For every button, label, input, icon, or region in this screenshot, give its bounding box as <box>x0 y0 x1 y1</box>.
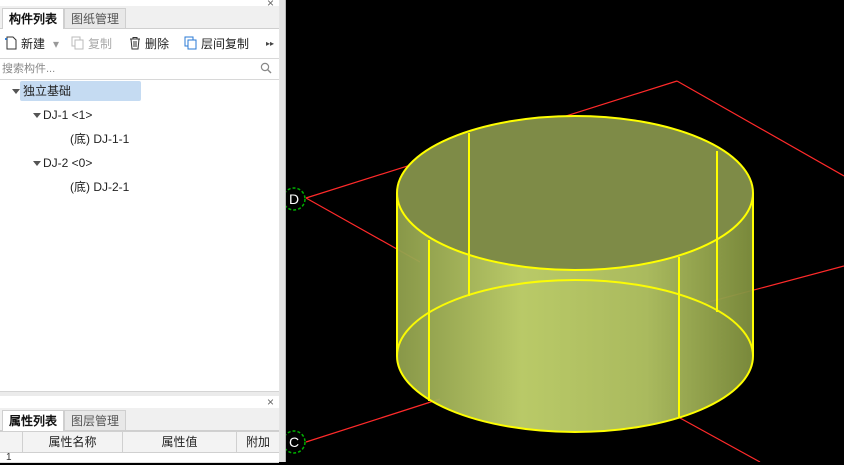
tree-expand-icon[interactable] <box>33 113 41 118</box>
new-button-label: 新建 <box>21 37 46 51</box>
tree-root-label: 独立基础 <box>20 81 141 101</box>
tab-layer-management[interactable]: 图层管理 <box>64 410 127 430</box>
new-document-icon <box>5 36 17 50</box>
toolbar-overflow-button[interactable]: ▸▸ <box>266 35 274 53</box>
3d-viewport[interactable]: D C <box>282 0 844 463</box>
axis-marker-c[interactable]: C <box>282 430 306 454</box>
delete-button-label: 删除 <box>145 37 170 51</box>
property-table-header: 属性名称 属性值 附加 <box>0 431 279 453</box>
tab-component-list[interactable]: 构件列表 <box>2 8 65 29</box>
new-dropdown-arrow[interactable]: ▾ <box>53 35 59 53</box>
close-top-panel-icon[interactable]: × <box>267 0 274 10</box>
copy-button-label: 复制 <box>88 37 113 51</box>
axis-marker-d[interactable]: D <box>282 187 306 211</box>
close-bottom-panel-icon[interactable]: × <box>267 395 274 409</box>
new-button[interactable]: 新建 <box>4 35 45 53</box>
floor-copy-button-label: 层间复制 <box>201 37 250 51</box>
panel-splitter[interactable] <box>279 0 286 462</box>
tree-expand-icon[interactable] <box>12 89 20 94</box>
delete-button[interactable]: 删除 <box>128 35 169 53</box>
component-panel: 构件列表 图纸管理 × 新建 ▾ 复制 删除 层间复制 ▸▸ 搜索构件... 独… <box>0 0 280 463</box>
search-icon[interactable] <box>260 62 272 74</box>
search-box <box>0 58 279 80</box>
toolbar: 新建 ▾ 复制 删除 层间复制 ▸▸ <box>0 32 279 56</box>
column-property-value[interactable]: 属性值 <box>122 432 236 452</box>
panel-divider[interactable] <box>0 391 279 396</box>
search-input[interactable] <box>2 61 252 76</box>
axis-label-c: C <box>289 434 299 450</box>
column-property-name[interactable]: 属性名称 <box>22 432 122 452</box>
tree-root-item[interactable]: 独立基础 <box>20 81 141 101</box>
column-additional[interactable]: 附加 <box>236 432 279 452</box>
bottom-tab-bar: 属性列表 图层管理 <box>0 408 279 431</box>
tab-drawing-management[interactable]: 图纸管理 <box>64 8 127 28</box>
tab-property-list[interactable]: 属性列表 <box>2 410 65 431</box>
copy-icon <box>71 36 84 50</box>
copy-button[interactable]: 复制 <box>71 35 112 53</box>
isolated-foundation-cylinder[interactable] <box>396 115 754 433</box>
row-index-header <box>0 432 22 452</box>
table-row[interactable]: 1 <box>0 452 279 463</box>
tree-item-dj-2-1[interactable]: (底) DJ-2-1 <box>70 177 129 197</box>
tree-expand-icon[interactable] <box>33 161 41 166</box>
trash-icon <box>130 37 140 50</box>
axis-label-d: D <box>289 191 299 207</box>
tree-item-dj-1[interactable]: DJ-1 <1> <box>43 105 92 125</box>
foundation-3d-view: D C <box>282 80 844 463</box>
tree-item-dj-2[interactable]: DJ-2 <0> <box>43 153 92 173</box>
floor-copy-button[interactable]: 层间复制 <box>184 35 249 53</box>
floor-copy-icon <box>184 36 197 50</box>
tree-item-dj-1-1[interactable]: (底) DJ-1-1 <box>70 129 129 149</box>
top-tab-bar: 构件列表 图纸管理 <box>0 6 279 29</box>
